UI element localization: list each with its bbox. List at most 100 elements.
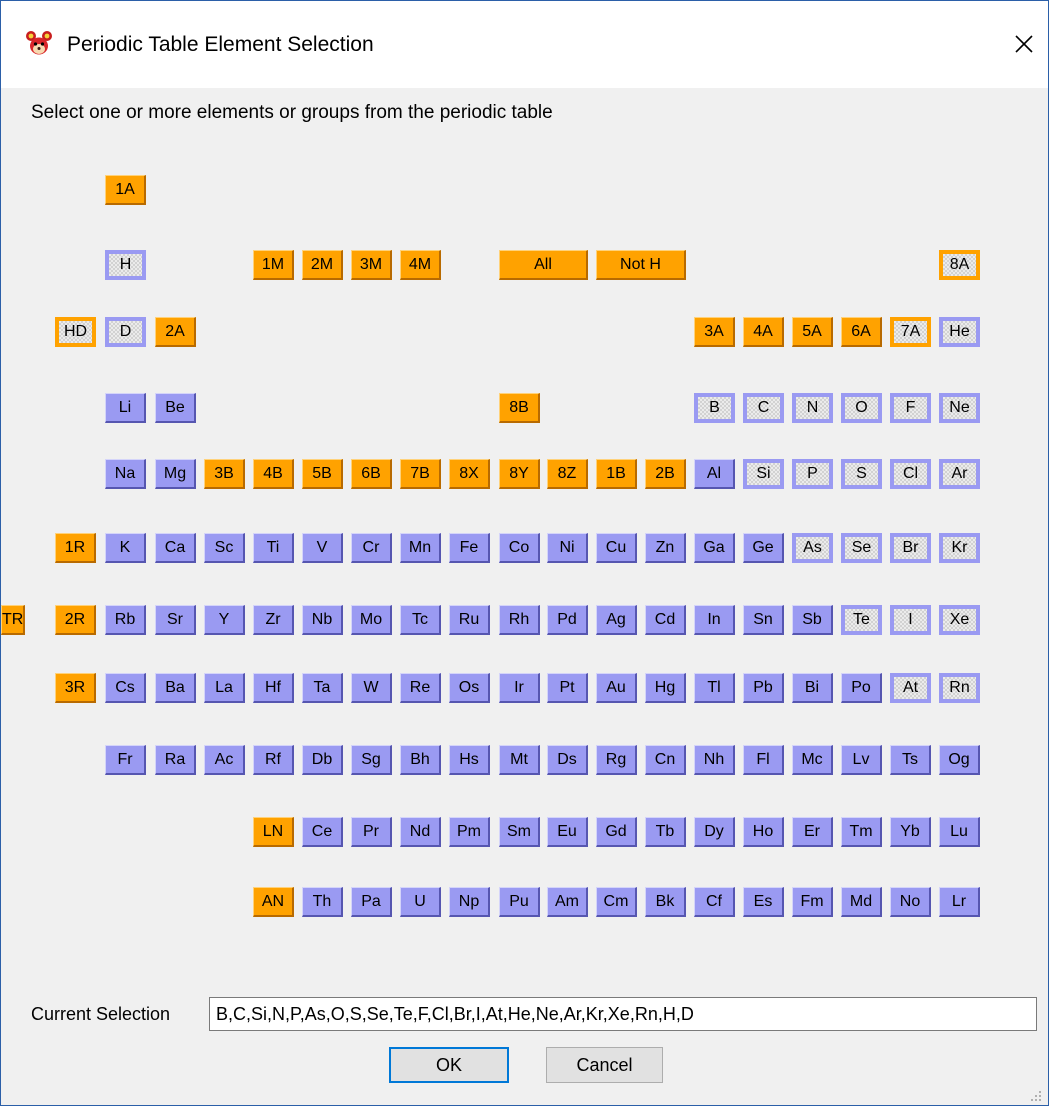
group-button-hd[interactable]: HD [55,317,96,347]
element-button-ca[interactable]: Ca [155,533,196,563]
group-button-7b[interactable]: 7B [400,459,441,489]
element-button-n[interactable]: N [792,393,833,423]
element-button-zr[interactable]: Zr [253,605,294,635]
element-button-d[interactable]: D [105,317,146,347]
element-button-ds[interactable]: Ds [547,745,588,775]
element-button-na[interactable]: Na [105,459,146,489]
element-button-mt[interactable]: Mt [499,745,540,775]
element-button-zn[interactable]: Zn [645,533,686,563]
element-button-ra[interactable]: Ra [155,745,196,775]
element-button-cl[interactable]: Cl [890,459,931,489]
element-button-ti[interactable]: Ti [253,533,294,563]
element-button-bh[interactable]: Bh [400,745,441,775]
element-button-te[interactable]: Te [841,605,882,635]
element-button-s[interactable]: S [841,459,882,489]
element-button-hf[interactable]: Hf [253,673,294,703]
element-button-ta[interactable]: Ta [302,673,343,703]
element-button-si[interactable]: Si [743,459,784,489]
group-button-1r[interactable]: 1R [55,533,96,563]
group-button-1a[interactable]: 1A [105,175,146,205]
group-button-5b[interactable]: 5B [302,459,343,489]
element-button-ts[interactable]: Ts [890,745,931,775]
element-button-rb[interactable]: Rb [105,605,146,635]
element-button-f[interactable]: F [890,393,931,423]
group-button-8a[interactable]: 8A [939,250,980,280]
element-button-br[interactable]: Br [890,533,931,563]
element-button-og[interactable]: Og [939,745,980,775]
element-button-bk[interactable]: Bk [645,887,686,917]
group-button-8z[interactable]: 8Z [547,459,588,489]
element-button-rg[interactable]: Rg [596,745,637,775]
group-button-3a[interactable]: 3A [694,317,735,347]
element-button-c[interactable]: C [743,393,784,423]
element-button-yb[interactable]: Yb [890,817,931,847]
element-button-cm[interactable]: Cm [596,887,637,917]
group-button-7a[interactable]: 7A [890,317,931,347]
element-button-k[interactable]: K [105,533,146,563]
element-button-no[interactable]: No [890,887,931,917]
element-button-be[interactable]: Be [155,393,196,423]
element-button-b[interactable]: B [694,393,735,423]
element-button-tl[interactable]: Tl [694,673,735,703]
element-button-ho[interactable]: Ho [743,817,784,847]
element-button-ag[interactable]: Ag [596,605,637,635]
cancel-button[interactable]: Cancel [546,1047,663,1083]
element-button-sr[interactable]: Sr [155,605,196,635]
element-button-mo[interactable]: Mo [351,605,392,635]
element-button-se[interactable]: Se [841,533,882,563]
group-button-6b[interactable]: 6B [351,459,392,489]
group-button-tr[interactable]: TR [1,605,26,635]
element-button-co[interactable]: Co [499,533,540,563]
element-button-p[interactable]: P [792,459,833,489]
element-button-pb[interactable]: Pb [743,673,784,703]
element-button-he[interactable]: He [939,317,980,347]
element-button-h[interactable]: H [105,250,146,280]
element-button-lu[interactable]: Lu [939,817,980,847]
ok-button[interactable]: OK [389,1047,509,1083]
element-button-ar[interactable]: Ar [939,459,980,489]
element-button-ce[interactable]: Ce [302,817,343,847]
element-button-v[interactable]: V [302,533,343,563]
group-button-8y[interactable]: 8Y [499,459,540,489]
element-button-sg[interactable]: Sg [351,745,392,775]
element-button-xe[interactable]: Xe [939,605,980,635]
element-button-fm[interactable]: Fm [792,887,833,917]
element-button-lv[interactable]: Lv [841,745,882,775]
element-button-ru[interactable]: Ru [449,605,490,635]
element-button-pt[interactable]: Pt [547,673,588,703]
element-button-gd[interactable]: Gd [596,817,637,847]
group-button-3m[interactable]: 3M [351,250,392,280]
element-button-mg[interactable]: Mg [155,459,196,489]
element-button-ir[interactable]: Ir [499,673,540,703]
group-button-8x[interactable]: 8X [449,459,490,489]
element-button-cr[interactable]: Cr [351,533,392,563]
element-button-po[interactable]: Po [841,673,882,703]
element-button-db[interactable]: Db [302,745,343,775]
group-button-2r[interactable]: 2R [55,605,96,635]
element-button-ni[interactable]: Ni [547,533,588,563]
group-button-5a[interactable]: 5A [792,317,833,347]
element-button-o[interactable]: O [841,393,882,423]
element-button-dy[interactable]: Dy [694,817,735,847]
resize-grip-icon[interactable] [1029,1089,1043,1103]
group-button-all[interactable]: All [499,250,588,280]
group-button-3b[interactable]: 3B [204,459,245,489]
element-button-as[interactable]: As [792,533,833,563]
group-button-4b[interactable]: 4B [253,459,294,489]
group-button-8b[interactable]: 8B [499,393,540,423]
element-button-al[interactable]: Al [694,459,735,489]
element-button-sc[interactable]: Sc [204,533,245,563]
element-button-fl[interactable]: Fl [743,745,784,775]
element-button-cd[interactable]: Cd [645,605,686,635]
element-button-md[interactable]: Md [841,887,882,917]
group-button-2a[interactable]: 2A [155,317,196,347]
element-button-rn[interactable]: Rn [939,673,980,703]
group-button-2m[interactable]: 2M [302,250,343,280]
element-button-mc[interactable]: Mc [792,745,833,775]
element-button-ge[interactable]: Ge [743,533,784,563]
element-button-au[interactable]: Au [596,673,637,703]
element-button-hg[interactable]: Hg [645,673,686,703]
group-button-6a[interactable]: 6A [841,317,882,347]
element-button-pr[interactable]: Pr [351,817,392,847]
element-button-ba[interactable]: Ba [155,673,196,703]
